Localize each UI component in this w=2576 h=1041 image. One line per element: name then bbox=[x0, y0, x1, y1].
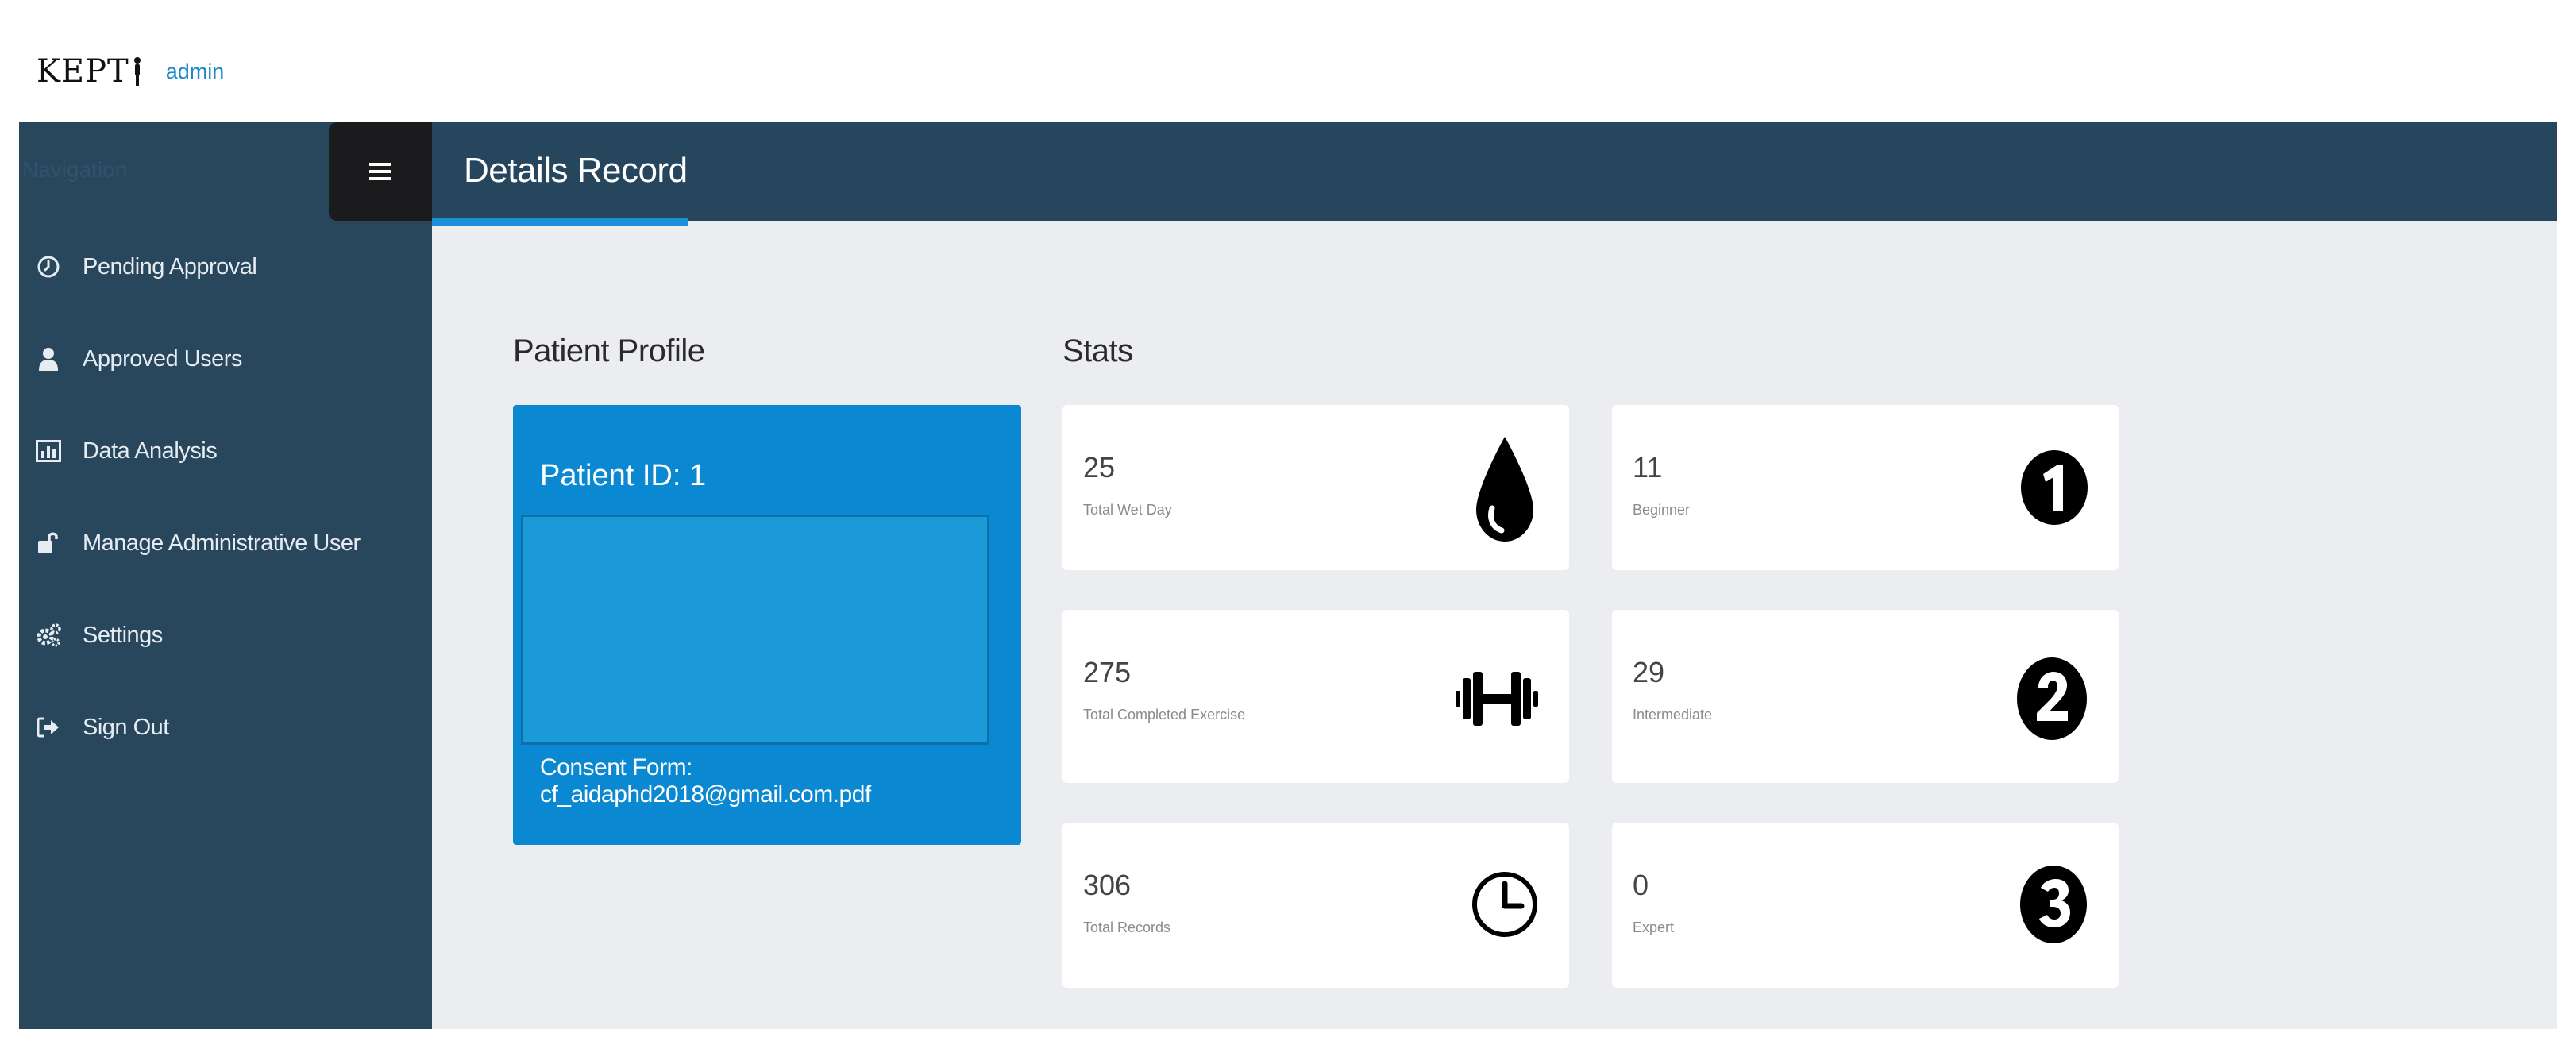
sidebar-item-label: Settings bbox=[83, 622, 163, 648]
unlock-icon bbox=[35, 530, 62, 557]
hamburger-icon bbox=[369, 163, 391, 180]
stat-card-total-completed-exercise: 275 Total Completed Exercise bbox=[1062, 610, 1569, 783]
menu-toggle-button[interactable] bbox=[329, 122, 432, 221]
consent-form-link[interactable]: Consent Form: cf_aidaphd2018@gmail.com.p… bbox=[540, 754, 1021, 808]
sidebar-item-label: Pending Approval bbox=[83, 253, 257, 280]
sidebar-item-label: Sign Out bbox=[83, 714, 169, 740]
number-two-icon bbox=[2014, 654, 2090, 743]
clock-icon bbox=[35, 253, 62, 280]
sidebar-nav: Pending Approval Approved Users Data Ana… bbox=[19, 221, 432, 773]
number-three-icon bbox=[2017, 862, 2090, 947]
stat-label: Total Wet Day bbox=[1083, 502, 1172, 518]
sidebar-header: Navigation bbox=[19, 122, 432, 221]
stat-card-expert: 0 Expert bbox=[1612, 823, 2119, 988]
top-bar: KEPT admin bbox=[19, 22, 2557, 122]
stat-label: Total Completed Exercise bbox=[1083, 707, 1246, 723]
sidebar-item-sign-out[interactable]: Sign Out bbox=[19, 681, 432, 773]
stat-label: Beginner bbox=[1633, 502, 1691, 518]
sidebar-item-label: Approved Users bbox=[83, 345, 242, 372]
clock-icon bbox=[1469, 861, 1541, 948]
stat-value: 275 bbox=[1083, 656, 1132, 688]
brand: KEPT admin bbox=[37, 48, 224, 95]
patient-id: Patient ID: 1 bbox=[540, 459, 707, 492]
user-icon bbox=[35, 345, 62, 372]
sidebar-item-approved-users[interactable]: Approved Users bbox=[19, 313, 432, 405]
stat-label: Total Records bbox=[1083, 920, 1171, 935]
stat-label: Expert bbox=[1633, 920, 1675, 935]
sidebar-item-manage-administrative-user[interactable]: Manage Administrative User bbox=[19, 497, 432, 589]
page-title-underline bbox=[432, 218, 688, 226]
patient-profile-card: Patient ID: 1 Consent Form: cf_aidaphd20… bbox=[513, 405, 1021, 845]
number-one-icon bbox=[2019, 448, 2090, 527]
app-window: KEPT admin Navigation Pending Approval A… bbox=[19, 22, 2557, 1029]
patient-profile-heading: Patient Profile bbox=[513, 334, 705, 368]
stat-card-total-wet-day: 25 Total Wet Day bbox=[1062, 405, 1569, 570]
stat-label: Intermediate bbox=[1633, 707, 1713, 723]
sidebar-item-pending-approval[interactable]: Pending Approval bbox=[19, 221, 432, 313]
stat-card-beginner: 11 Beginner bbox=[1612, 405, 2119, 570]
current-user-link[interactable]: admin bbox=[166, 60, 225, 84]
patient-photo bbox=[521, 515, 989, 745]
stat-value: 25 bbox=[1083, 451, 1116, 484]
brand-figure-icon bbox=[133, 57, 141, 86]
sidebar-item-label: Data Analysis bbox=[83, 438, 218, 464]
stat-value: 306 bbox=[1083, 869, 1132, 901]
navigation-label: Navigation bbox=[22, 157, 128, 182]
sidebar-item-settings[interactable]: Settings bbox=[19, 589, 432, 681]
sidebar: Navigation Pending Approval Approved Use… bbox=[19, 122, 432, 1029]
stat-value: 29 bbox=[1633, 656, 1665, 688]
sidebar-item-label: Manage Administrative User bbox=[83, 530, 361, 556]
stat-card-total-records: 306 Total Records bbox=[1062, 823, 1569, 988]
water-drop-icon bbox=[1469, 434, 1541, 545]
stat-card-intermediate: 29 Intermediate bbox=[1612, 610, 2119, 783]
bar-chart-icon bbox=[35, 438, 62, 465]
stats-heading: Stats bbox=[1062, 334, 1133, 368]
sidebar-item-data-analysis[interactable]: Data Analysis bbox=[19, 405, 432, 497]
brand-logo[interactable]: KEPT bbox=[37, 53, 129, 90]
gears-icon bbox=[35, 622, 62, 649]
page-title: Details Record bbox=[464, 151, 688, 190]
sign-out-icon bbox=[35, 714, 62, 741]
page-header: Details Record bbox=[432, 122, 2557, 226]
dumbbell-icon bbox=[1453, 667, 1541, 731]
stat-value: 0 bbox=[1633, 869, 1649, 901]
stat-value: 11 bbox=[1633, 451, 1663, 484]
